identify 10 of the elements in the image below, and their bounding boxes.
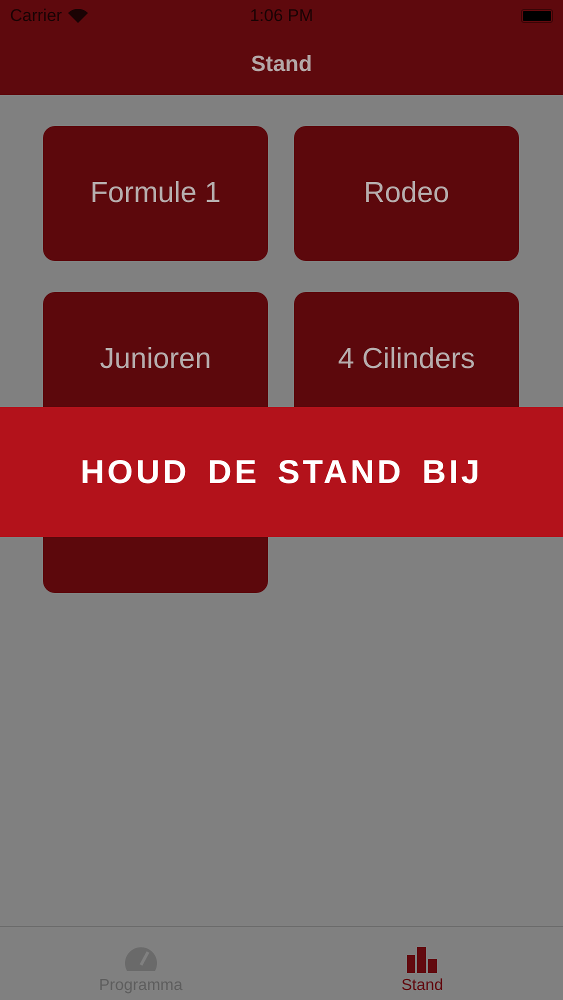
bar-chart-icon [407,947,438,973]
banner-toast-text: HOUD DE STAND BIJ [80,453,483,491]
wifi-icon [68,9,88,23]
category-tile[interactable]: Formule 1 [43,126,268,261]
category-tile[interactable]: Rodeo [294,126,519,261]
status-time: 1:06 PM [250,6,314,26]
tab-bar-item[interactable]: Stand [282,927,563,1000]
carrier-name: Carrier [10,6,62,26]
nav-title: Stand [250,50,312,76]
battery-icon [521,9,553,23]
